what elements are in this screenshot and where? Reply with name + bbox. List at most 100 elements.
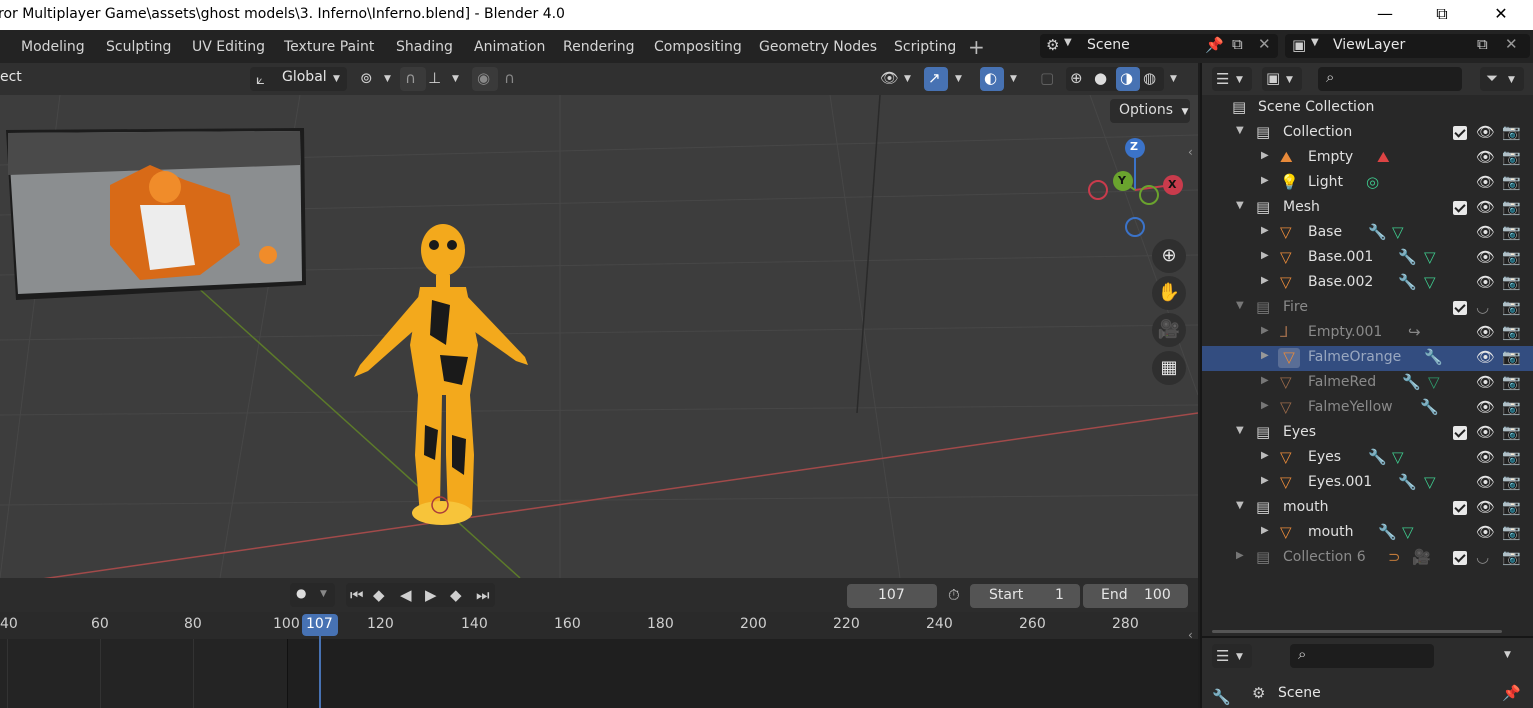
delete-scene-icon[interactable]: ✕	[1258, 35, 1271, 53]
outliner-row-scene-collection[interactable]: ▤ Scene Collection	[1202, 96, 1533, 121]
properties-search-input[interactable]	[1290, 644, 1434, 668]
delete-view-layer-icon[interactable]: ✕	[1505, 35, 1518, 53]
wrench-icon[interactable]: 🔧	[1424, 348, 1443, 366]
exclude-checkbox[interactable]	[1453, 126, 1467, 140]
visibility-icon[interactable]: 👁	[880, 69, 899, 87]
expand-arrow-icon[interactable]: ▶	[1236, 550, 1244, 561]
tab-sculpting[interactable]: Sculpting	[106, 39, 171, 55]
eye-icon[interactable]: 👁	[1476, 398, 1495, 416]
camera-icon[interactable]: 📷	[1502, 198, 1521, 216]
camera-icon[interactable]: 📷	[1502, 348, 1521, 366]
expand-arrow-icon[interactable]: ▶	[1261, 250, 1269, 261]
rendered-shading-icon[interactable]: ◍	[1143, 69, 1156, 87]
camera-icon[interactable]: 📷	[1502, 448, 1521, 466]
snap-target-icon[interactable]: ⊥	[428, 69, 441, 87]
outliner-row-mesh[interactable]: ▶ ▽ Base.002 🔧 ▽ 👁 📷	[1202, 271, 1533, 296]
scene-name[interactable]: Scene	[1087, 37, 1130, 53]
tool-tab-icon[interactable]: 🔧	[1212, 688, 1231, 706]
timeline-track[interactable]	[0, 636, 1198, 708]
collapse-arrow-icon[interactable]: ▼	[1236, 425, 1244, 436]
eye-icon[interactable]: 👁	[1476, 248, 1495, 266]
camera-icon[interactable]: 📷	[1502, 523, 1521, 541]
outliner-row-empty[interactable]: ▶ ⛰ Empty ⛰ 👁 📷	[1202, 146, 1533, 171]
tab-rendering[interactable]: Rendering	[563, 39, 635, 55]
zoom-button[interactable]: ⊕	[1152, 239, 1186, 273]
expand-arrow-icon[interactable]: ▶	[1261, 325, 1269, 336]
armature-icon[interactable]: ⊃	[1388, 548, 1401, 566]
collapse-arrow-icon[interactable]: ▼	[1236, 125, 1244, 136]
camera-icon[interactable]: 📷	[1502, 273, 1521, 291]
view-layer-name[interactable]: ViewLayer	[1333, 37, 1405, 53]
end-frame-field[interactable]	[1083, 584, 1188, 608]
tab-animation[interactable]: Animation	[474, 39, 545, 55]
camera-icon[interactable]: 📷	[1502, 548, 1521, 566]
exclude-checkbox[interactable]	[1453, 501, 1467, 515]
chevron-down-icon[interactable]: ▼	[1504, 650, 1511, 660]
camera-object-icon[interactable]: 🎥	[1412, 548, 1431, 566]
perspective-toggle-button[interactable]: ▦	[1152, 351, 1186, 385]
expand-arrow-icon[interactable]: ▶	[1261, 475, 1269, 486]
pivot-point-icon[interactable]: ⊚	[360, 69, 373, 87]
collapse-arrow-icon[interactable]: ▼	[1236, 200, 1244, 211]
mesh-data-icon[interactable]: ▽	[1424, 473, 1436, 491]
add-workspace-button[interactable]: +	[968, 35, 985, 59]
expand-arrow-icon[interactable]: ▶	[1261, 525, 1269, 536]
outliner-search-input[interactable]	[1318, 67, 1462, 91]
record-icon[interactable]: ●	[296, 586, 306, 600]
camera-icon[interactable]: 📷	[1502, 498, 1521, 516]
image-data-icon[interactable]: ⛰	[1377, 148, 1390, 166]
outliner-row-collection[interactable]: ▼ ▤ Fire ◡ 📷	[1202, 296, 1533, 321]
mesh-data-icon[interactable]: ▽	[1424, 273, 1436, 291]
jump-end-icon[interactable]: ⏭	[476, 586, 490, 604]
camera-icon[interactable]: 📷	[1502, 398, 1521, 416]
outliner-row-mesh[interactable]: ▶ ▽ Base 🔧 ▽ 👁 📷	[1202, 221, 1533, 246]
wrench-icon[interactable]: 🔧	[1402, 373, 1421, 391]
eye-icon[interactable]: 👁	[1476, 523, 1495, 541]
constraint-icon[interactable]: ↪	[1408, 323, 1421, 341]
falloff-icon[interactable]: ∩	[504, 69, 515, 87]
eye-icon[interactable]: 👁	[1476, 148, 1495, 166]
camera-icon[interactable]: 📷	[1502, 373, 1521, 391]
camera-icon[interactable]: 📷	[1502, 298, 1521, 316]
eye-icon[interactable]: 👁	[1476, 498, 1495, 516]
outliner-row-collection[interactable]: ▼ ▤ Mesh 👁 📷	[1202, 196, 1533, 221]
expand-arrow-icon[interactable]: ▶	[1261, 275, 1269, 286]
eye-icon[interactable]: 👁	[1476, 423, 1495, 441]
camera-icon[interactable]: 📷	[1502, 323, 1521, 341]
maximize-button[interactable]: ⧉	[1427, 4, 1457, 26]
mesh-data-icon[interactable]: ▽	[1424, 248, 1436, 266]
sidebar-toggle-icon[interactable]: ‹	[1188, 145, 1193, 159]
tab-geometry-nodes[interactable]: Geometry Nodes	[759, 39, 877, 55]
exclude-checkbox[interactable]	[1453, 201, 1467, 215]
eye-icon[interactable]: 👁	[1476, 123, 1495, 141]
outliner-scrollbar[interactable]	[1212, 630, 1502, 633]
tab-uv-editing[interactable]: UV Editing	[192, 39, 265, 55]
tab-compositing[interactable]: Compositing	[654, 39, 742, 55]
camera-icon[interactable]: 📷	[1502, 173, 1521, 191]
eye-closed-icon[interactable]: ◡	[1476, 548, 1489, 566]
playhead-line[interactable]	[319, 636, 321, 708]
tab-scripting[interactable]: Scripting	[894, 39, 956, 55]
wrench-icon[interactable]: 🔧	[1398, 473, 1417, 491]
wrench-icon[interactable]: 🔧	[1368, 223, 1387, 241]
wrench-icon[interactable]: 🔧	[1368, 448, 1387, 466]
outliner-row-light[interactable]: ▶ 💡 Light ◎ 👁 📷	[1202, 171, 1533, 196]
next-keyframe-icon[interactable]: ◆	[450, 586, 462, 604]
exclude-checkbox[interactable]	[1453, 551, 1467, 565]
eye-icon[interactable]: 👁	[1476, 373, 1495, 391]
play-reverse-icon[interactable]: ◀	[400, 586, 412, 604]
outliner-row-mesh[interactable]: ▶ ▽ FalmeRed 🔧 ▽ 👁 📷	[1202, 371, 1533, 396]
expand-arrow-icon[interactable]: ▶	[1261, 400, 1269, 411]
expand-arrow-icon[interactable]: ▶	[1261, 150, 1269, 161]
wrench-icon[interactable]: 🔧	[1398, 248, 1417, 266]
exclude-checkbox[interactable]	[1453, 426, 1467, 440]
camera-icon[interactable]: 📷	[1502, 223, 1521, 241]
eye-icon[interactable]: 👁	[1476, 223, 1495, 241]
eye-icon[interactable]: 👁	[1476, 473, 1495, 491]
camera-icon[interactable]: 📷	[1502, 423, 1521, 441]
camera-view-button[interactable]: 🎥	[1152, 313, 1186, 347]
options-dropdown[interactable]: Options ▼	[1110, 99, 1190, 123]
solid-shading-icon[interactable]: ●	[1094, 69, 1107, 87]
outliner-row-empty[interactable]: ▶ ⅃ Empty.001 ↪ 👁 📷	[1202, 321, 1533, 346]
camera-icon[interactable]: 📷	[1502, 473, 1521, 491]
